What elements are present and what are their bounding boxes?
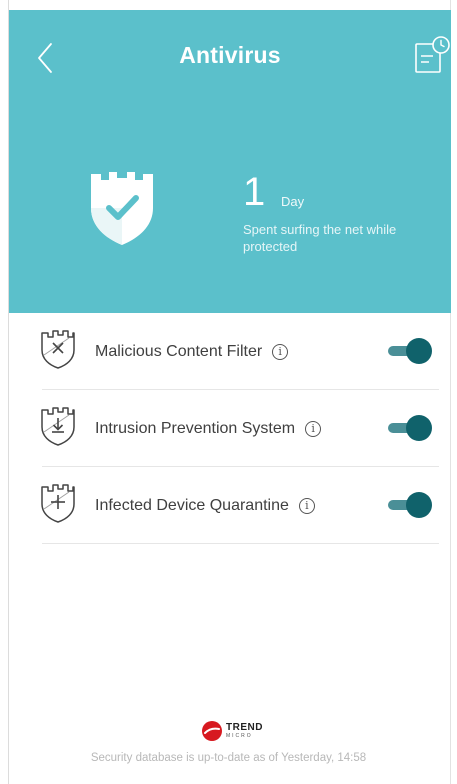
feature-label: Malicious Content Filter [95, 343, 263, 360]
protected-days-count: 1 [243, 170, 266, 214]
infected-device-quarantine-toggle[interactable] [386, 492, 432, 518]
shield-plus-icon [41, 484, 75, 523]
shield-x-icon [41, 330, 75, 369]
shield-check-icon [91, 172, 153, 245]
status-header: Antivirus 1 Day Spent surfing the net wh… [9, 10, 451, 313]
toggle-knob [406, 492, 432, 518]
brand-line2: MICRO [226, 733, 253, 739]
list-item-infected-device-quarantine: Infected Device Quarantine i [9, 467, 451, 544]
info-icon[interactable]: i [305, 421, 322, 437]
malicious-content-filter-toggle[interactable] [386, 338, 432, 364]
toggle-knob [406, 415, 432, 441]
feature-label: Infected Device Quarantine [95, 497, 289, 514]
feature-list: Malicious Content Filter i Intrusion Prev… [9, 313, 451, 544]
toggle-knob [406, 338, 432, 364]
trend-micro-ball-icon [202, 721, 222, 741]
shield-arrow-down-icon [41, 407, 75, 446]
history-log-icon [415, 36, 450, 73]
list-item-intrusion-prevention-system: Intrusion Prevention System i [9, 390, 451, 467]
divider [42, 543, 439, 544]
page-title: Antivirus [179, 42, 281, 68]
database-status-text: Security database is up-to-date as of Ye… [90, 752, 367, 764]
protected-days-unit: Day [281, 194, 305, 209]
feature-label: Intrusion Prevention System [95, 420, 296, 437]
protected-days-description: Spent surfing the net while protected [243, 222, 397, 254]
intrusion-prevention-system-toggle[interactable] [386, 415, 432, 441]
brand-line1: TREND [226, 722, 263, 733]
info-icon[interactable]: i [272, 344, 289, 360]
history-log-button[interactable] [413, 34, 453, 78]
trend-micro-logo: TREND MICRO [202, 720, 263, 742]
list-item-malicious-content-filter: Malicious Content Filter i [9, 313, 451, 390]
info-icon[interactable]: i [298, 498, 315, 514]
